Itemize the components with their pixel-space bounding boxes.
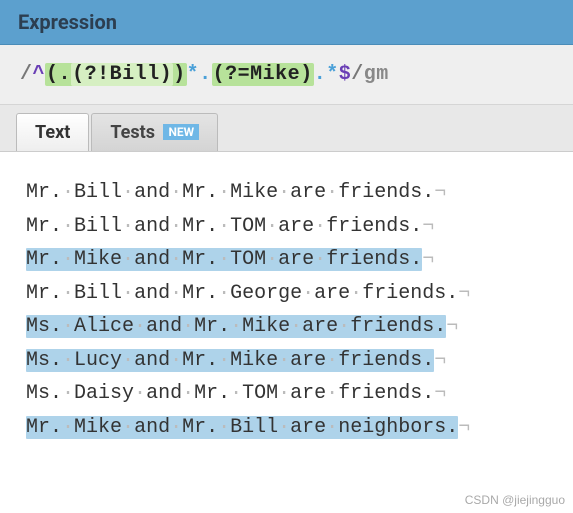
whitespace-dot-icon [278,416,290,439]
eol-marker-icon: ¬ [422,248,434,271]
group-1-lookahead: (?!Bill) [71,63,173,86]
whitespace-dot-icon [218,349,230,372]
whitespace-dot-icon [122,349,134,372]
eol-marker-icon: ¬ [434,382,446,405]
eol-marker-icon: ¬ [446,315,458,338]
whitespace-dot-icon [290,315,302,338]
expression-area[interactable]: /^(.(?!Bill))*.(?=Mike).*$/gm [0,45,573,105]
whitespace-dot-icon [218,282,230,305]
eol-marker-icon: ¬ [434,349,446,372]
whitespace-dot-icon [170,282,182,305]
whitespace-dot-icon [218,416,230,439]
whitespace-dot-icon [326,416,338,439]
match-segment: Ms. Alice and Mr. Mike are friends. [26,315,446,338]
whitespace-dot-icon [170,248,182,271]
watermark: CSDN @jiejingguo [465,493,565,507]
whitespace-dot-icon [338,315,350,338]
match-segment: Mr. Mike and Mr. Bill are neighbors. [26,416,458,439]
whitespace-dot-icon [170,349,182,372]
whitespace-dot-icon [218,181,230,204]
whitespace-dot-icon [62,181,74,204]
text-segment: Ms. Daisy and Mr. TOM are friends. [26,382,434,405]
whitespace-dot-icon [326,349,338,372]
eol-marker-icon: ¬ [422,215,434,238]
whitespace-dot-icon [266,248,278,271]
text-line: Mr. Bill and Mr. Mike are friends.¬ [26,176,547,210]
eol-marker-icon: ¬ [434,181,446,204]
whitespace-dot-icon [62,315,74,338]
tab-text[interactable]: Text [16,113,89,151]
whitespace-dot-icon [230,382,242,405]
eol-marker-icon: ¬ [458,282,470,305]
anchor-end: $ [339,63,352,86]
whitespace-dot-icon [350,282,362,305]
group-1: (.(?!Bill)) [45,63,187,86]
whitespace-dot-icon [62,282,74,305]
whitespace-dot-icon [278,349,290,372]
text-line: Ms. Lucy and Mr. Mike are friends.¬ [26,344,547,378]
whitespace-dot-icon [302,282,314,305]
whitespace-dot-icon [122,416,134,439]
whitespace-dot-icon [62,349,74,372]
open-delimiter: / [20,63,33,86]
whitespace-dot-icon [122,282,134,305]
tab-tests-badge: NEW [163,124,199,140]
whitespace-dot-icon [326,181,338,204]
match-segment: Mr. Mike and Mr. TOM are friends. [26,248,422,271]
match-segment: Ms. Lucy and Mr. Mike are friends. [26,349,434,372]
text-area[interactable]: Mr. Bill and Mr. Mike are friends.¬Mr. B… [0,152,573,468]
whitespace-dot-icon [170,181,182,204]
whitespace-dot-icon [278,181,290,204]
whitespace-dot-icon [182,315,194,338]
whitespace-dot-icon [266,215,278,238]
dot-mid: . [199,63,212,86]
text-segment: Mr. Bill and Mr. Mike are friends. [26,181,434,204]
whitespace-dot-icon [62,215,74,238]
whitespace-dot-icon [326,382,338,405]
header-title: Expression [18,10,555,34]
dot-tail: . [314,63,327,86]
whitespace-dot-icon [134,315,146,338]
quantifier-star-2: * [326,63,339,86]
whitespace-dot-icon [218,248,230,271]
close-delimiter: / [351,63,364,86]
whitespace-dot-icon [62,416,74,439]
text-line: Ms. Daisy and Mr. TOM are friends.¬ [26,377,547,411]
anchor-start: ^ [33,63,46,86]
text-line: Ms. Alice and Mr. Mike are friends.¬ [26,310,547,344]
group-2-lookahead: (?=Mike) [212,63,314,86]
whitespace-dot-icon [230,315,242,338]
text-line: Mr. Mike and Mr. Bill are neighbors.¬ [26,411,547,445]
tab-tests-label: Tests [110,122,155,143]
tabs-bar: Text Tests NEW [0,105,573,152]
whitespace-dot-icon [62,248,74,271]
whitespace-dot-icon [122,181,134,204]
whitespace-dot-icon [122,248,134,271]
whitespace-dot-icon [278,382,290,405]
whitespace-dot-icon [134,382,146,405]
header-bar: Expression [0,0,573,45]
text-line: Mr. Bill and Mr. TOM are friends.¬ [26,210,547,244]
eol-marker-icon: ¬ [458,416,470,439]
regex-expression: /^(.(?!Bill))*.(?=Mike).*$/gm [20,63,389,86]
whitespace-dot-icon [314,248,326,271]
text-line: Mr. Bill and Mr. George are friends.¬ [26,277,547,311]
text-segment: Mr. Bill and Mr. George are friends. [26,282,458,305]
whitespace-dot-icon [182,382,194,405]
tab-tests[interactable]: Tests NEW [91,113,218,151]
text-line: Mr. Mike and Mr. TOM are friends.¬ [26,243,547,277]
quantifier-star-1: * [187,63,200,86]
whitespace-dot-icon [218,215,230,238]
whitespace-dot-icon [170,416,182,439]
whitespace-dot-icon [170,215,182,238]
whitespace-dot-icon [122,215,134,238]
whitespace-dot-icon [314,215,326,238]
regex-flags: gm [364,63,389,86]
text-segment: Mr. Bill and Mr. TOM are friends. [26,215,422,238]
whitespace-dot-icon [62,382,74,405]
